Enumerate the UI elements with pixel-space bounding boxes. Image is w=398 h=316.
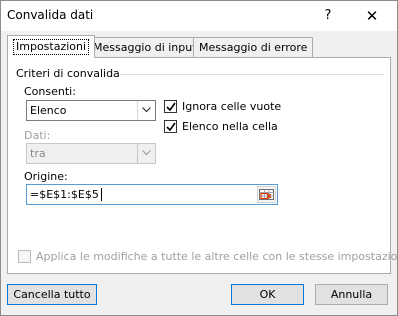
cancel-button[interactable]: Annulla [315, 284, 388, 305]
apply-all-label: Applica le modifiche a tutte le altre ce… [36, 250, 398, 263]
text-caret [101, 188, 102, 201]
allow-dropdown[interactable]: Elenco [26, 100, 156, 121]
in-cell-dropdown-label: Elenco nella cella [182, 120, 278, 133]
chevron-down-icon [142, 150, 151, 156]
data-dropdown-arrow[interactable] [137, 144, 155, 163]
chevron-down-icon [142, 107, 151, 113]
ignore-blank-checkbox[interactable] [164, 100, 177, 113]
tab-error-message-label: Messaggio di errore [199, 41, 308, 54]
tab-input-message-label: Messaggio di input [93, 41, 197, 54]
tab-settings-label: Impostazioni [13, 39, 90, 55]
apply-all-checkbox[interactable] [18, 250, 31, 263]
allow-label: Consenti: [24, 85, 76, 98]
title-bar: Convalida dati ? ✕ [1, 1, 397, 31]
ok-button[interactable]: OK [231, 284, 304, 305]
ignore-blank-label: Ignora celle vuote [182, 100, 282, 113]
data-validation-dialog: Convalida dati ? ✕ Impostazioni Messaggi… [0, 0, 398, 316]
help-button[interactable]: ? [317, 5, 339, 27]
clear-all-button[interactable]: Cancella tutto [7, 284, 97, 305]
allow-dropdown-arrow[interactable] [137, 101, 155, 120]
settings-panel: Criteri di convalida Consenti: Elenco Ig… [7, 57, 398, 274]
data-value: tra [30, 147, 46, 160]
group-divider [120, 74, 384, 75]
tab-error-message[interactable]: Messaggio di errore [193, 37, 314, 57]
in-cell-dropdown-checkbox[interactable] [164, 120, 177, 133]
data-label: Dati: [24, 129, 51, 142]
tab-input-message[interactable]: Messaggio di input [87, 37, 203, 57]
close-button[interactable]: ✕ [361, 5, 383, 27]
check-icon [166, 102, 176, 112]
tab-settings[interactable]: Impostazioni [7, 35, 96, 58]
window-title: Convalida dati [7, 8, 94, 22]
source-input[interactable]: =$E$1:$E$5 [26, 184, 278, 205]
criteria-group-title: Criteri di convalida [16, 67, 120, 80]
source-value: =$E$1:$E$5 [30, 188, 99, 201]
range-picker-button[interactable] [257, 186, 276, 203]
allow-value: Elenco [30, 104, 67, 117]
check-icon [166, 122, 176, 132]
data-dropdown[interactable]: tra [26, 143, 156, 164]
source-label: Origine: [24, 170, 68, 183]
collapse-dialog-icon [259, 189, 274, 200]
